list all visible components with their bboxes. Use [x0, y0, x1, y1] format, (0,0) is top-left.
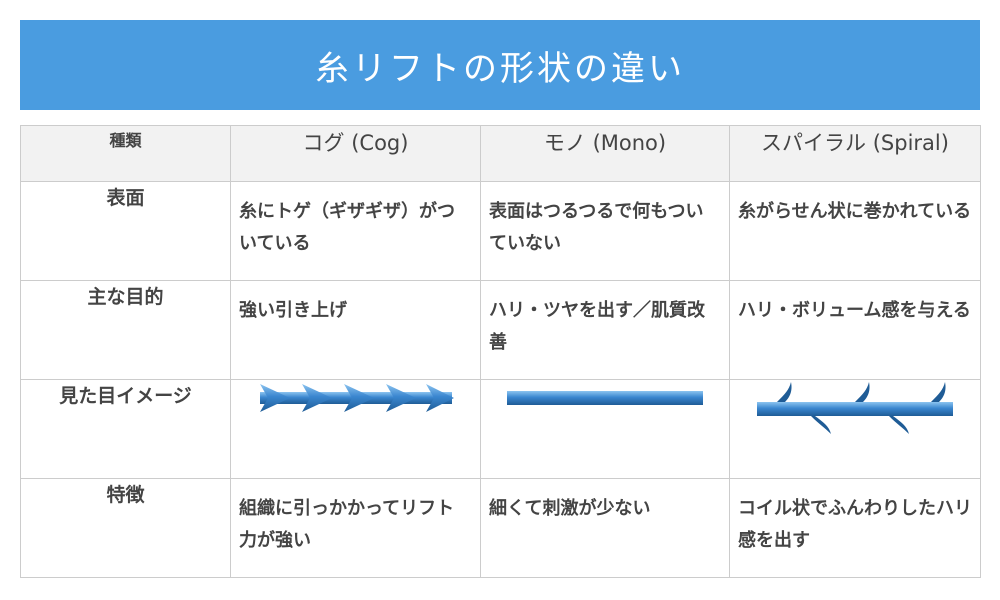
- row-label-surface: 表面: [20, 181, 231, 281]
- page-title: 糸リフトの形状の違い: [315, 48, 685, 89]
- header-row: 種類 コグ (Cog) モノ (Mono) スパイラル (Spiral): [20, 125, 981, 182]
- row-label-appearance: 見た目イメージ: [20, 379, 231, 479]
- features-mono: 細くて刺激が少ない: [480, 478, 730, 578]
- appearance-spiral: [729, 379, 981, 479]
- surface-spiral: 糸がらせん状に巻かれている: [729, 181, 981, 281]
- purpose-spiral: ハリ・ボリューム感を与える: [729, 280, 981, 380]
- purpose-mono: ハリ・ツヤを出す／肌質改善: [480, 280, 730, 380]
- column-header-spiral: スパイラル (Spiral): [729, 125, 981, 182]
- appearance-mono: [480, 379, 730, 479]
- column-header-cog: コグ (Cog): [230, 125, 481, 182]
- type-header: 種類: [20, 125, 231, 182]
- comparison-table: 種類 コグ (Cog) モノ (Mono) スパイラル (Spiral) 表面 …: [20, 125, 981, 578]
- purpose-cog: 強い引き上げ: [230, 280, 481, 380]
- row-label-purpose: 主な目的: [20, 280, 231, 380]
- row-label-features: 特徴: [20, 478, 231, 578]
- cog-thread-icon: [259, 384, 454, 412]
- appearance-cog: [230, 379, 481, 479]
- table-row: 見た目イメージ: [20, 379, 981, 479]
- surface-cog: 糸にトゲ（ギザギザ）がついている: [230, 181, 481, 281]
- spiral-thread-icon: [757, 382, 953, 434]
- table-row: 表面 糸にトゲ（ギザギザ）がついている 表面はつるつるで何もついていない 糸がら…: [20, 181, 981, 281]
- title-banner: 糸リフトの形状の違い: [20, 20, 980, 110]
- features-spiral: コイル状でふんわりしたハリ感を出す: [729, 478, 981, 578]
- table-row: 特徴 組織に引っかかってリフト力が強い 細くて刺激が少ない コイル状でふんわりし…: [20, 478, 981, 578]
- surface-mono: 表面はつるつるで何もついていない: [480, 181, 730, 281]
- features-cog: 組織に引っかかってリフト力が強い: [230, 478, 481, 578]
- table-row: 主な目的 強い引き上げ ハリ・ツヤを出す／肌質改善 ハリ・ボリューム感を与える: [20, 280, 981, 380]
- mono-thread-icon: [507, 391, 703, 405]
- column-header-mono: モノ (Mono): [480, 125, 730, 182]
